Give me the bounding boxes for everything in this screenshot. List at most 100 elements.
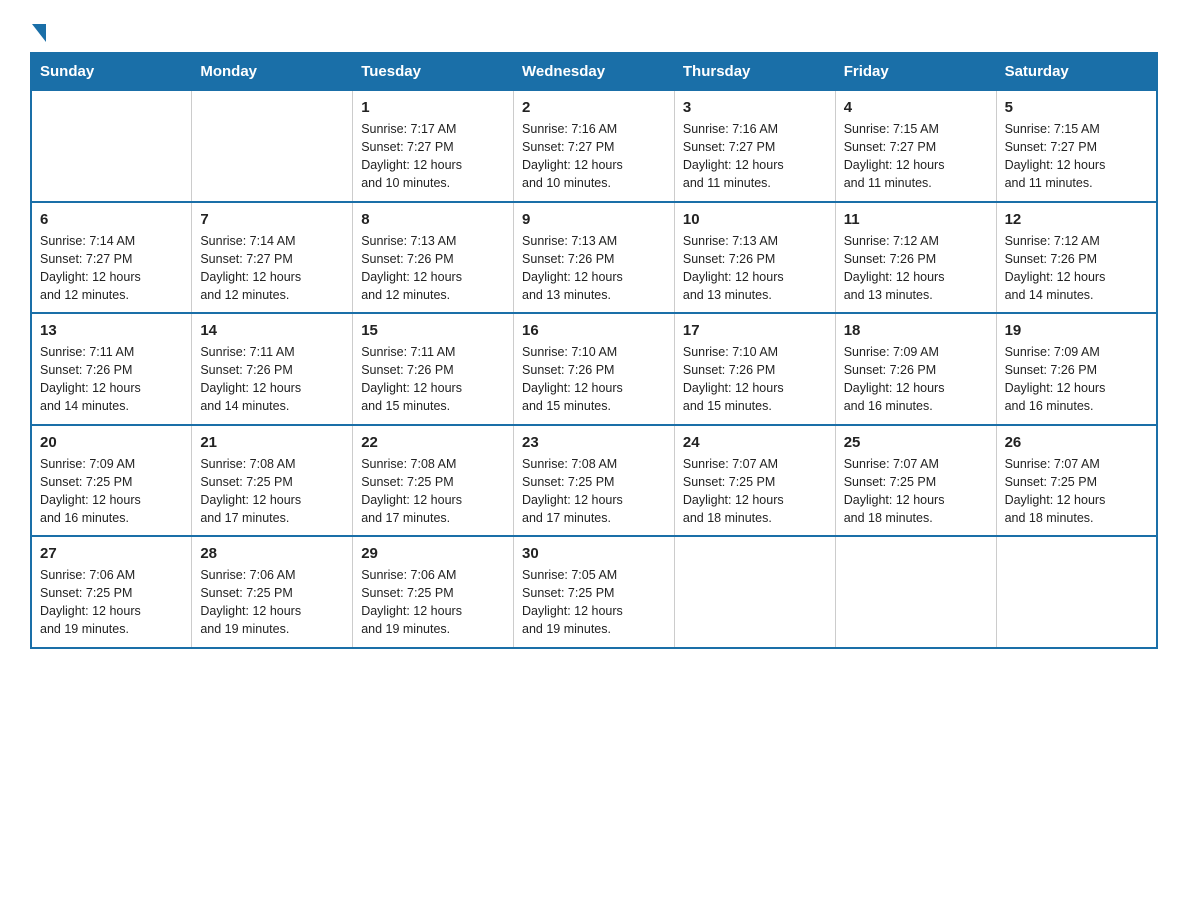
day-number: 11 — [844, 211, 988, 228]
weekday-header-wednesday: Wednesday — [514, 53, 675, 91]
calendar-cell: 6 Sunrise: 7:14 AM Sunset: 7:27 PM Daylig… — [31, 202, 192, 314]
page-header — [30, 20, 1158, 42]
calendar-cell: 7 Sunrise: 7:14 AM Sunset: 7:27 PM Daylig… — [192, 202, 353, 314]
day-number: 3 — [683, 99, 827, 116]
day-number: 4 — [844, 99, 988, 116]
weekday-header-thursday: Thursday — [674, 53, 835, 91]
calendar-cell: 1 Sunrise: 7:17 AM Sunset: 7:27 PM Daylig… — [353, 91, 514, 202]
day-number: 25 — [844, 434, 988, 451]
calendar-cell: 29 Sunrise: 7:06 AM Sunset: 7:25 PM Dayli… — [353, 536, 514, 648]
day-info: Sunrise: 7:09 AM Sunset: 7:26 PM Dayligh… — [1005, 343, 1148, 416]
day-number: 22 — [361, 434, 505, 451]
calendar-cell: 2 Sunrise: 7:16 AM Sunset: 7:27 PM Daylig… — [514, 91, 675, 202]
day-number: 14 — [200, 322, 344, 339]
day-number: 13 — [40, 322, 183, 339]
day-number: 19 — [1005, 322, 1148, 339]
day-number: 15 — [361, 322, 505, 339]
day-info: Sunrise: 7:15 AM Sunset: 7:27 PM Dayligh… — [844, 120, 988, 193]
day-info: Sunrise: 7:13 AM Sunset: 7:26 PM Dayligh… — [361, 232, 505, 305]
day-info: Sunrise: 7:16 AM Sunset: 7:27 PM Dayligh… — [683, 120, 827, 193]
day-info: Sunrise: 7:11 AM Sunset: 7:26 PM Dayligh… — [40, 343, 183, 416]
calendar-cell: 11 Sunrise: 7:12 AM Sunset: 7:26 PM Dayli… — [835, 202, 996, 314]
weekday-header-sunday: Sunday — [31, 53, 192, 91]
day-info: Sunrise: 7:05 AM Sunset: 7:25 PM Dayligh… — [522, 566, 666, 639]
calendar-cell: 26 Sunrise: 7:07 AM Sunset: 7:25 PM Dayli… — [996, 425, 1157, 537]
day-number: 26 — [1005, 434, 1148, 451]
calendar-cell: 28Sunrise: 7:06 AM Sunset: 7:25 PM Dayli… — [192, 536, 353, 648]
calendar-cell: 27 Sunrise: 7:06 AM Sunset: 7:25 PM Dayli… — [31, 536, 192, 648]
calendar-week-row: 6 Sunrise: 7:14 AM Sunset: 7:27 PM Daylig… — [31, 202, 1157, 314]
day-number: 27 — [40, 545, 183, 562]
day-number: 16 — [522, 322, 666, 339]
day-number: 2 — [522, 99, 666, 116]
calendar-week-row: 13 Sunrise: 7:11 AM Sunset: 7:26 PM Dayli… — [31, 313, 1157, 425]
day-info: Sunrise: 7:15 AM Sunset: 7:27 PM Dayligh… — [1005, 120, 1148, 193]
calendar-cell: 18 Sunrise: 7:09 AM Sunset: 7:26 PM Dayli… — [835, 313, 996, 425]
calendar-week-row: 20 Sunrise: 7:09 AM Sunset: 7:25 PM Dayli… — [31, 425, 1157, 537]
day-number: 7 — [200, 211, 344, 228]
day-number: 10 — [683, 211, 827, 228]
day-number: 28 — [200, 545, 344, 562]
calendar-cell: 20 Sunrise: 7:09 AM Sunset: 7:25 PM Dayli… — [31, 425, 192, 537]
calendar-cell: 21Sunrise: 7:08 AM Sunset: 7:25 PM Dayli… — [192, 425, 353, 537]
day-info: Sunrise: 7:13 AM Sunset: 7:26 PM Dayligh… — [683, 232, 827, 305]
day-info: Sunrise: 7:07 AM Sunset: 7:25 PM Dayligh… — [683, 455, 827, 528]
calendar-cell: 23 Sunrise: 7:08 AM Sunset: 7:25 PM Dayli… — [514, 425, 675, 537]
weekday-header-saturday: Saturday — [996, 53, 1157, 91]
day-info: Sunrise: 7:12 AM Sunset: 7:26 PM Dayligh… — [844, 232, 988, 305]
day-info: Sunrise: 7:07 AM Sunset: 7:25 PM Dayligh… — [1005, 455, 1148, 528]
day-info: Sunrise: 7:13 AM Sunset: 7:26 PM Dayligh… — [522, 232, 666, 305]
day-info: Sunrise: 7:14 AM Sunset: 7:27 PM Dayligh… — [40, 232, 183, 305]
calendar-week-row: 1 Sunrise: 7:17 AM Sunset: 7:27 PM Daylig… — [31, 91, 1157, 202]
day-info: Sunrise: 7:11 AM Sunset: 7:26 PM Dayligh… — [361, 343, 505, 416]
calendar-cell: 30 Sunrise: 7:05 AM Sunset: 7:25 PM Dayli… — [514, 536, 675, 648]
logo-arrow-icon — [32, 24, 46, 42]
calendar-cell — [192, 91, 353, 202]
calendar-cell: 16 Sunrise: 7:10 AM Sunset: 7:26 PM Dayli… — [514, 313, 675, 425]
calendar-cell: 9 Sunrise: 7:13 AM Sunset: 7:26 PM Daylig… — [514, 202, 675, 314]
day-info: Sunrise: 7:12 AM Sunset: 7:26 PM Dayligh… — [1005, 232, 1148, 305]
calendar-cell: 25 Sunrise: 7:07 AM Sunset: 7:25 PM Dayli… — [835, 425, 996, 537]
day-number: 17 — [683, 322, 827, 339]
calendar-cell: 19 Sunrise: 7:09 AM Sunset: 7:26 PM Dayli… — [996, 313, 1157, 425]
day-info: Sunrise: 7:09 AM Sunset: 7:26 PM Dayligh… — [844, 343, 988, 416]
calendar-cell: 5 Sunrise: 7:15 AM Sunset: 7:27 PM Daylig… — [996, 91, 1157, 202]
day-number: 23 — [522, 434, 666, 451]
day-info: Sunrise: 7:08 AM Sunset: 7:25 PM Dayligh… — [522, 455, 666, 528]
day-info: Sunrise: 7:14 AM Sunset: 7:27 PM Dayligh… — [200, 232, 344, 305]
day-number: 12 — [1005, 211, 1148, 228]
calendar-cell: 22Sunrise: 7:08 AM Sunset: 7:25 PM Dayli… — [353, 425, 514, 537]
calendar-cell: 14Sunrise: 7:11 AM Sunset: 7:26 PM Dayli… — [192, 313, 353, 425]
day-info: Sunrise: 7:16 AM Sunset: 7:27 PM Dayligh… — [522, 120, 666, 193]
calendar-cell: 12 Sunrise: 7:12 AM Sunset: 7:26 PM Dayli… — [996, 202, 1157, 314]
calendar-cell — [674, 536, 835, 648]
day-number: 20 — [40, 434, 183, 451]
day-info: Sunrise: 7:07 AM Sunset: 7:25 PM Dayligh… — [844, 455, 988, 528]
calendar-cell: 15 Sunrise: 7:11 AM Sunset: 7:26 PM Dayli… — [353, 313, 514, 425]
day-number: 1 — [361, 99, 505, 116]
day-number: 18 — [844, 322, 988, 339]
day-info: Sunrise: 7:10 AM Sunset: 7:26 PM Dayligh… — [522, 343, 666, 416]
day-info: Sunrise: 7:06 AM Sunset: 7:25 PM Dayligh… — [361, 566, 505, 639]
calendar-cell — [31, 91, 192, 202]
day-number: 29 — [361, 545, 505, 562]
day-info: Sunrise: 7:10 AM Sunset: 7:26 PM Dayligh… — [683, 343, 827, 416]
calendar-cell: 13 Sunrise: 7:11 AM Sunset: 7:26 PM Dayli… — [31, 313, 192, 425]
day-number: 30 — [522, 545, 666, 562]
day-info: Sunrise: 7:09 AM Sunset: 7:25 PM Dayligh… — [40, 455, 183, 528]
day-number: 24 — [683, 434, 827, 451]
calendar-cell: 17 Sunrise: 7:10 AM Sunset: 7:26 PM Dayli… — [674, 313, 835, 425]
day-number: 8 — [361, 211, 505, 228]
day-info: Sunrise: 7:06 AM Sunset: 7:25 PM Dayligh… — [40, 566, 183, 639]
day-number: 21 — [200, 434, 344, 451]
day-number: 6 — [40, 211, 183, 228]
calendar-header-row: SundayMondayTuesdayWednesdayThursdayFrid… — [31, 53, 1157, 91]
calendar-cell: 8 Sunrise: 7:13 AM Sunset: 7:26 PM Daylig… — [353, 202, 514, 314]
day-number: 5 — [1005, 99, 1148, 116]
weekday-header-monday: Monday — [192, 53, 353, 91]
calendar-table: SundayMondayTuesdayWednesdayThursdayFrid… — [30, 52, 1158, 649]
day-number: 9 — [522, 211, 666, 228]
logo — [30, 20, 46, 42]
calendar-cell: 3 Sunrise: 7:16 AM Sunset: 7:27 PM Daylig… — [674, 91, 835, 202]
day-info: Sunrise: 7:17 AM Sunset: 7:27 PM Dayligh… — [361, 120, 505, 193]
